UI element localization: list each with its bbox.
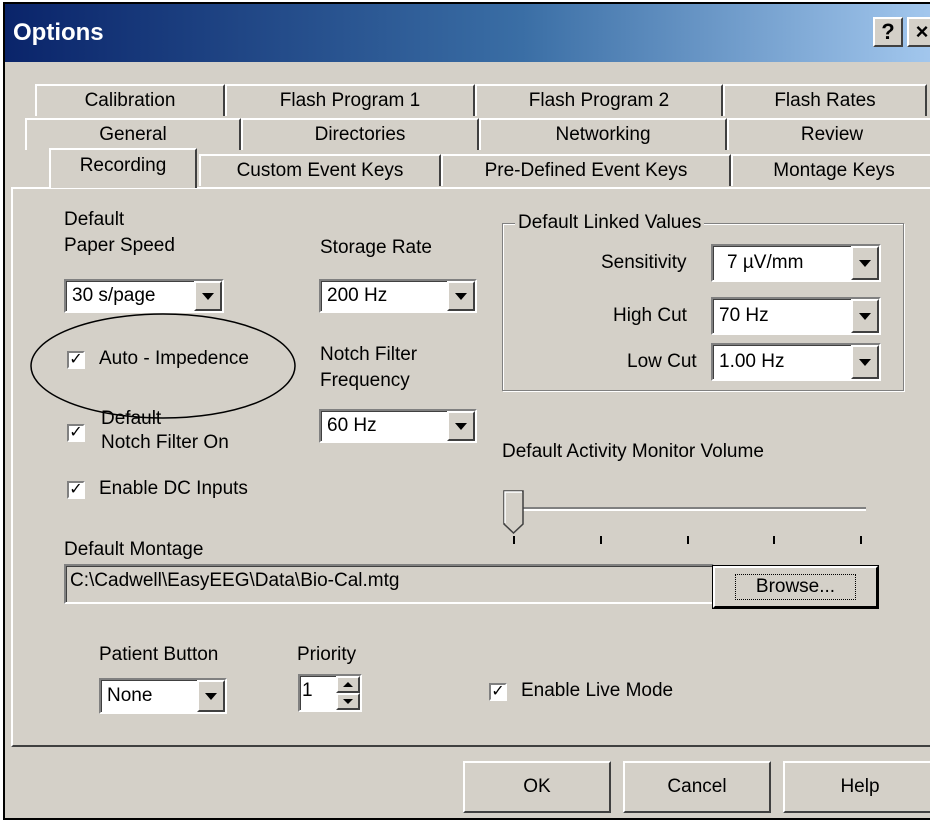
notch-freq-label-line1: Notch Filter	[320, 344, 418, 365]
cancel-button[interactable]: Cancel	[623, 761, 771, 813]
patient-button-label: Patient Button	[99, 644, 219, 665]
activity-monitor-label: Default Activity Monitor Volume	[502, 441, 764, 462]
paper-speed-label-line2: Paper Speed	[64, 235, 175, 256]
slider-tick	[687, 536, 689, 544]
high-cut-select[interactable]: 70 Hz	[711, 297, 881, 335]
browse-button[interactable]: Browse...	[713, 566, 878, 608]
tab-networking[interactable]: Networking	[479, 118, 727, 150]
notch-filter-on-label-line1: Default	[101, 408, 162, 429]
ok-button[interactable]: OK	[463, 761, 611, 813]
title-bar[interactable]: Options ? ×	[5, 4, 930, 62]
chevron-down-icon[interactable]	[197, 680, 225, 712]
storage-rate-label: Storage Rate	[320, 237, 432, 258]
slider-tick	[773, 536, 775, 544]
tab-montage-keys[interactable]: Montage Keys	[731, 154, 930, 186]
options-dialog: Options ? × Calibration Flash Program 1 …	[3, 2, 930, 820]
high-cut-label: High Cut	[613, 305, 687, 326]
priority-label: Priority	[297, 644, 357, 665]
notch-filter-on-label-line2: Notch Filter On	[101, 432, 229, 453]
volume-slider-thumb[interactable]	[503, 490, 525, 534]
storage-rate-select[interactable]: 200 Hz	[319, 279, 477, 313]
live-mode-label: Enable Live Mode	[521, 680, 674, 701]
tab-flash-program-1[interactable]: Flash Program 1	[225, 84, 475, 116]
spin-down-icon[interactable]	[336, 693, 360, 710]
tab-flash-program-2[interactable]: Flash Program 2	[475, 84, 723, 116]
tab-general[interactable]: General	[25, 118, 241, 150]
slider-tick	[860, 536, 862, 544]
default-montage-label: Default Montage	[64, 539, 204, 560]
paper-speed-select[interactable]: 30 s/page	[64, 279, 224, 313]
spin-up-icon[interactable]	[336, 676, 360, 693]
tab-flash-rates[interactable]: Flash Rates	[723, 84, 927, 116]
help-button[interactable]: Help	[783, 761, 930, 813]
close-icon[interactable]: ×	[907, 17, 930, 47]
help-icon[interactable]: ?	[873, 17, 903, 47]
patient-button-select[interactable]: None	[99, 678, 227, 714]
notch-freq-label-line2: Frequency	[320, 370, 410, 391]
chevron-down-icon[interactable]	[851, 345, 879, 379]
sensitivity-select[interactable]: 7 µV/mm	[711, 244, 881, 282]
notch-filter-on-checkbox[interactable]: ✓	[67, 424, 85, 442]
notch-freq-select[interactable]: 60 Hz	[319, 409, 477, 443]
tab-directories[interactable]: Directories	[241, 118, 479, 150]
priority-spinner[interactable]: 1	[298, 674, 362, 712]
tab-calibration[interactable]: Calibration	[35, 84, 225, 116]
tab-recording[interactable]: Recording	[49, 148, 197, 188]
enable-dc-inputs-label: Enable DC Inputs	[99, 478, 248, 499]
chevron-down-icon[interactable]	[851, 299, 879, 333]
tab-review[interactable]: Review	[727, 118, 930, 150]
tab-pre-defined-event-keys[interactable]: Pre-Defined Event Keys	[441, 154, 731, 186]
auto-impedence-label: Auto - Impedence	[99, 348, 249, 369]
slider-tick	[513, 536, 515, 544]
live-mode-checkbox[interactable]: ✓	[489, 683, 507, 701]
tab-custom-event-keys[interactable]: Custom Event Keys	[199, 154, 441, 186]
sensitivity-label: Sensitivity	[601, 252, 687, 273]
paper-speed-label-line1: Default	[64, 209, 125, 230]
chevron-down-icon[interactable]	[851, 246, 879, 280]
chevron-down-icon[interactable]	[447, 411, 475, 441]
volume-slider-track	[514, 507, 866, 511]
low-cut-label: Low Cut	[627, 351, 697, 372]
auto-impedence-checkbox[interactable]: ✓	[67, 351, 85, 369]
montage-path-field[interactable]: C:\Cadwell\EasyEEG\Data\Bio-Cal.mtg	[64, 564, 714, 604]
window-title: Options	[13, 19, 104, 46]
enable-dc-inputs-checkbox[interactable]: ✓	[67, 481, 85, 499]
chevron-down-icon[interactable]	[194, 281, 222, 311]
low-cut-select[interactable]: 1.00 Hz	[711, 343, 881, 381]
slider-tick	[600, 536, 602, 544]
linked-values-title: Default Linked Values	[515, 212, 705, 234]
chevron-down-icon[interactable]	[447, 281, 475, 311]
